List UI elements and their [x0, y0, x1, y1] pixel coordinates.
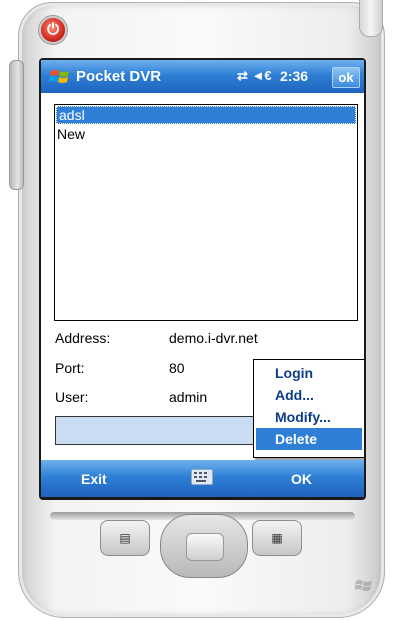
address-label: Address: [55, 330, 111, 346]
port-value: 80 [169, 360, 185, 376]
side-button[interactable] [9, 60, 24, 190]
clock[interactable]: 2:36 [280, 68, 308, 84]
ok-button[interactable]: ok [332, 67, 360, 88]
connectivity-icon[interactable]: ⇄ ◄€ [237, 68, 272, 84]
password-field[interactable] [55, 416, 257, 445]
exit-softkey[interactable]: Exit [81, 471, 107, 487]
title-bar: Pocket DVR ⇄ ◄€ 2:36 ok [41, 60, 364, 93]
menu-item-delete[interactable]: Delete [256, 428, 362, 450]
keyboard-icon[interactable] [191, 469, 213, 485]
dpad-center-button[interactable] [186, 533, 224, 561]
address-value: demo.i-dvr.net [169, 330, 258, 346]
menu-item-modify[interactable]: Modify... [254, 406, 364, 428]
menu-item-login[interactable]: Login [254, 362, 364, 384]
screen: Pocket DVR ⇄ ◄€ 2:36 ok adsl New Address… [41, 60, 364, 497]
contacts-icon[interactable]: ▦ [252, 520, 302, 556]
server-list[interactable]: adsl New [54, 104, 358, 321]
list-item[interactable]: adsl [56, 106, 356, 124]
app-title: Pocket DVR [76, 68, 162, 85]
start-menu-icon[interactable] [49, 67, 71, 87]
calendar-icon[interactable]: ▤ [100, 520, 150, 556]
list-item[interactable]: New [55, 125, 357, 143]
windows-logo-icon [355, 580, 372, 591]
user-label: User: [55, 389, 89, 405]
context-menu: Login Add... Modify... Delete [253, 359, 364, 458]
softkey-bar: Exit OK [41, 460, 364, 497]
stylus[interactable] [359, 0, 383, 37]
power-icon[interactable]: ⏻ [39, 16, 67, 44]
user-value: admin [169, 389, 208, 405]
ok-softkey[interactable]: OK [291, 471, 312, 487]
dpad[interactable] [160, 514, 248, 578]
menu-item-add[interactable]: Add... [254, 384, 364, 406]
port-label: Port: [55, 360, 85, 376]
